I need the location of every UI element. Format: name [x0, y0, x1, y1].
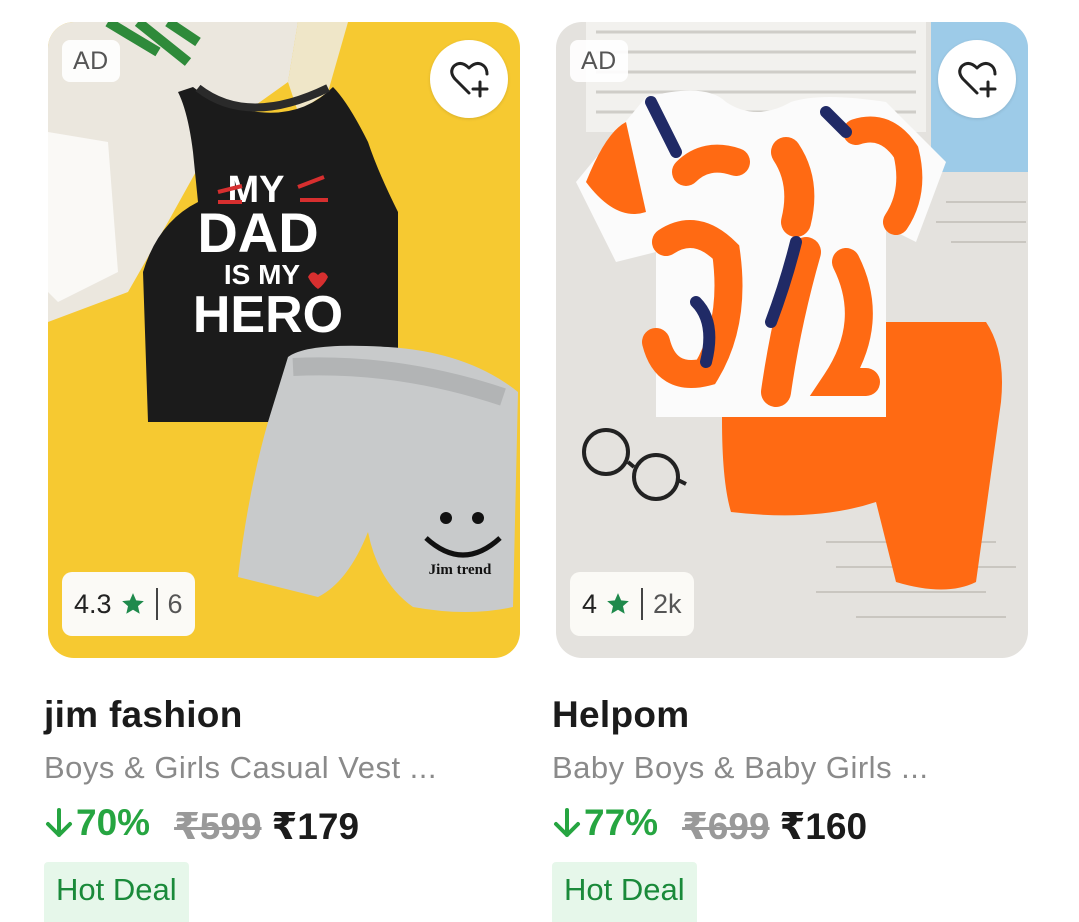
rating-value: 4.3 — [74, 588, 112, 619]
arrow-down-icon — [554, 808, 580, 837]
rating-divider — [641, 588, 644, 620]
heart-plus-icon — [450, 61, 489, 98]
price-row: 77% ₹699 ₹160 — [552, 802, 1028, 848]
product-image[interactable]: MY DAD IS MY HERO Jim trend AD 4.3 6 — [48, 22, 520, 658]
discount: 77% — [552, 802, 658, 844]
product-photo: MY DAD IS MY HERO Jim trend — [48, 22, 520, 658]
rating-badge: 4 2k — [570, 572, 694, 636]
ad-label: AD — [62, 40, 120, 82]
svg-text:DAD: DAD — [197, 201, 318, 264]
product-card[interactable]: MY DAD IS MY HERO Jim trend AD 4.3 6 jim… — [44, 22, 520, 922]
rating-badge: 4.3 6 — [62, 572, 195, 636]
rating-count: 6 — [167, 588, 183, 619]
sale-price: ₹179 — [271, 806, 360, 847]
arrow-down-icon — [46, 808, 72, 837]
ad-label: AD — [570, 40, 628, 82]
star-icon — [120, 591, 146, 617]
rating-divider — [155, 588, 158, 620]
discount: 70% — [44, 802, 150, 844]
product-image[interactable]: AD 4 2k — [556, 22, 1028, 658]
product-description[interactable]: Boys & Girls Casual Vest ... — [44, 750, 520, 786]
svg-text:HERO: HERO — [193, 286, 343, 344]
star-icon — [605, 591, 631, 617]
price-row: 70% ₹599 ₹179 — [44, 802, 520, 848]
original-price: ₹699 — [682, 806, 770, 847]
product-photo — [556, 22, 1028, 658]
product-card[interactable]: AD 4 2k Helpom Baby Boys & Baby Girls ..… — [552, 22, 1028, 922]
product-brand[interactable]: Helpom — [552, 694, 1028, 736]
hot-deal-badge: Hot Deal — [552, 862, 697, 922]
discount-percent: 77% — [584, 802, 659, 843]
heart-plus-icon — [958, 61, 997, 98]
rating-count: 2k — [653, 588, 682, 619]
sale-price: ₹160 — [779, 806, 868, 847]
product-brand[interactable]: jim fashion — [44, 694, 520, 736]
wishlist-button[interactable] — [938, 40, 1016, 118]
product-description[interactable]: Baby Boys & Baby Girls ... — [552, 750, 1028, 786]
original-price: ₹599 — [174, 806, 262, 847]
svg-text:Jim trend: Jim trend — [429, 562, 492, 578]
hot-deal-badge: Hot Deal — [44, 862, 189, 922]
rating-value: 4 — [582, 588, 598, 619]
discount-percent: 70% — [76, 802, 151, 843]
wishlist-button[interactable] — [430, 40, 508, 118]
